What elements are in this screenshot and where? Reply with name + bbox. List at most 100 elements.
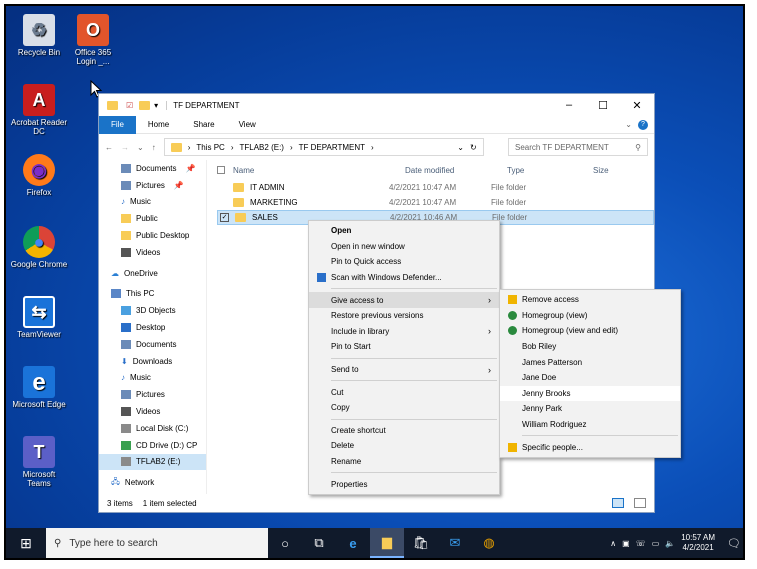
nav-item-pictures-pc[interactable]: Pictures (99, 386, 206, 403)
show-hidden-icons-icon[interactable]: ∧ (610, 539, 616, 548)
menu-item-scan-defender[interactable]: Scan with Windows Defender... (309, 270, 499, 286)
menu-item-open[interactable]: Open (309, 223, 499, 239)
breadcrumb-folder[interactable]: TF DEPARTMENT (299, 143, 365, 152)
notification-tray-icon[interactable]: ▣ (622, 539, 630, 548)
nav-item-videos-pc[interactable]: Videos (99, 403, 206, 420)
chrome-taskbar-icon[interactable]: ◍ (472, 528, 506, 558)
menu-item-include-library[interactable]: Include in library › (309, 324, 499, 340)
task-view-icon[interactable]: ⧉ (302, 528, 336, 558)
submenu-item-homegroup-view[interactable]: Homegroup (view) (500, 308, 680, 324)
taskbar-search-input[interactable]: ⚲ Type here to search (46, 528, 268, 558)
quick-access-dropdown-icon[interactable]: ▾ (154, 101, 158, 110)
submenu-item-remove-access[interactable]: Remove access (500, 292, 680, 308)
menu-item-rename[interactable]: Rename (309, 454, 499, 470)
search-input[interactable]: Search TF DEPARTMENT ⚲ (508, 138, 648, 156)
tab-share[interactable]: Share (181, 116, 226, 134)
nav-item-3d-objects[interactable]: 3D Objects (99, 302, 206, 319)
nav-item-videos[interactable]: Videos (99, 244, 206, 261)
windows-start-icon[interactable]: ⊞ (6, 535, 46, 552)
nav-label: Music (130, 197, 151, 207)
desktop-icon-teamviewer[interactable]: ⇆ TeamViewer (10, 296, 68, 339)
menu-item-cut[interactable]: Cut (309, 384, 499, 400)
store-icon[interactable]: 🛍 (404, 528, 438, 558)
large-icons-view-icon[interactable] (634, 498, 646, 508)
submenu-item-homegroup-edit[interactable]: Homegroup (view and edit) (500, 323, 680, 339)
menu-item-pin-start[interactable]: Pin to Start (309, 339, 499, 355)
nav-item-music[interactable]: ♪ Music (99, 194, 206, 211)
edge-taskbar-icon[interactable]: e (336, 528, 370, 558)
nav-item-this-pc[interactable]: This PC (99, 286, 206, 303)
nav-item-public-desktop[interactable]: Public Desktop (99, 227, 206, 244)
nav-item-music-pc[interactable]: ♪ Music (99, 370, 206, 387)
menu-item-create-shortcut[interactable]: Create shortcut (309, 423, 499, 439)
submenu-item-specific-people[interactable]: Specific people... (500, 439, 680, 455)
submenu-item-user-highlighted[interactable]: Jenny Brooks (500, 385, 680, 402)
nav-item-tflab2[interactable]: TFLAB2 (E:) (99, 453, 206, 471)
display-tray-icon[interactable]: ▭ (652, 539, 660, 548)
help-icon[interactable]: ? (638, 119, 648, 130)
address-bar[interactable]: › This PC › TFLAB2 (E:) › TF DEPARTMENT … (163, 138, 484, 156)
desktop-icon-teams[interactable]: T Microsoft Teams (10, 436, 68, 488)
minimize-button[interactable]: – (552, 99, 586, 112)
address-dropdown-icon[interactable]: ⌄ (457, 143, 464, 152)
tab-file[interactable]: File (99, 115, 136, 134)
nav-item-documents[interactable]: Documents 📌 (99, 160, 206, 177)
column-date[interactable]: Date modified (405, 166, 507, 175)
tab-view[interactable]: View (227, 116, 268, 134)
expand-ribbon-icon[interactable]: ⌄ (625, 120, 632, 129)
cortana-icon[interactable]: ○ (268, 528, 302, 558)
nav-item-downloads[interactable]: ⬇ Downloads (99, 353, 206, 370)
checkbox-checked-icon[interactable]: ✓ (220, 213, 229, 222)
nav-item-local-disk[interactable]: Local Disk (C:) (99, 420, 206, 437)
column-type[interactable]: Type (507, 166, 593, 175)
select-all-checkbox[interactable] (217, 166, 225, 174)
refresh-icon[interactable]: ↻ (470, 143, 477, 152)
nav-item-onedrive[interactable]: ☁ OneDrive (99, 265, 206, 282)
submenu-item-user[interactable]: Jane Doe (500, 370, 680, 386)
desktop-icon-acrobat[interactable]: A Acrobat Reader DC (10, 84, 68, 136)
recent-dropdown-icon[interactable]: ⌄ (137, 143, 144, 152)
back-arrow-icon[interactable]: ← (105, 143, 113, 152)
desktop-icon-recycle-bin[interactable]: ♻ Recycle Bin (10, 14, 68, 57)
menu-item-delete[interactable]: Delete (309, 438, 499, 454)
menu-item-restore-versions[interactable]: Restore previous versions (309, 308, 499, 324)
file-row[interactable]: MARKETING 4/2/2021 10:47 AM File folder (217, 195, 654, 210)
submenu-item-user[interactable]: Jenny Park (500, 401, 680, 417)
nav-item-network[interactable]: 🖧 Network (99, 474, 206, 491)
menu-item-give-access[interactable]: Give access to › (309, 292, 499, 308)
breadcrumb-drive[interactable]: TFLAB2 (E:) (240, 143, 284, 152)
menu-item-copy[interactable]: Copy (309, 400, 499, 416)
close-button[interactable]: ✕ (620, 99, 654, 112)
submenu-item-user[interactable]: Bob Riley (500, 339, 680, 355)
desktop-icon-firefox[interactable]: ◉ Firefox (10, 154, 68, 197)
nav-item-pictures[interactable]: Pictures 📌 (99, 177, 206, 194)
nav-item-public[interactable]: Public (99, 210, 206, 227)
action-center-icon[interactable]: 🗨 (727, 537, 741, 550)
file-row[interactable]: IT ADMIN 4/2/2021 10:47 AM File folder (217, 180, 654, 195)
forward-arrow-icon[interactable]: → (121, 143, 129, 152)
desktop-icon-office365[interactable]: O Office 365 Login _... (64, 14, 122, 66)
menu-item-pin-quick-access[interactable]: Pin to Quick access (309, 254, 499, 270)
nav-item-cd-drive[interactable]: CD Drive (D:) CP (99, 437, 206, 454)
column-name[interactable]: Name (233, 166, 405, 175)
submenu-item-user[interactable]: James Patterson (500, 354, 680, 370)
menu-item-open-new-window[interactable]: Open in new window (309, 239, 499, 255)
nav-item-documents-pc[interactable]: Documents (99, 336, 206, 353)
file-explorer-taskbar-icon[interactable]: ▆ (370, 528, 404, 558)
desktop-icon-chrome[interactable]: ● Google Chrome (10, 226, 68, 269)
network-tray-icon[interactable]: ☏ (636, 539, 646, 548)
menu-item-properties[interactable]: Properties (309, 476, 499, 492)
column-size[interactable]: Size (593, 166, 609, 175)
tab-home[interactable]: Home (136, 116, 181, 134)
breadcrumb-this-pc[interactable]: This PC (196, 143, 224, 152)
submenu-item-user[interactable]: William Rodriguez (500, 417, 680, 433)
mail-icon[interactable]: ✉ (438, 528, 472, 558)
up-arrow-icon[interactable]: ↑ (152, 143, 156, 152)
clock[interactable]: 10:57 AM 4/2/2021 (681, 533, 715, 553)
maximize-button[interactable]: ☐ (586, 99, 620, 112)
details-view-icon[interactable] (612, 498, 624, 508)
menu-item-send-to[interactable]: Send to › (309, 362, 499, 378)
volume-icon[interactable]: 🔈 (665, 539, 675, 548)
nav-item-desktop[interactable]: Desktop (99, 319, 206, 336)
desktop-icon-edge[interactable]: e Microsoft Edge (10, 366, 68, 409)
